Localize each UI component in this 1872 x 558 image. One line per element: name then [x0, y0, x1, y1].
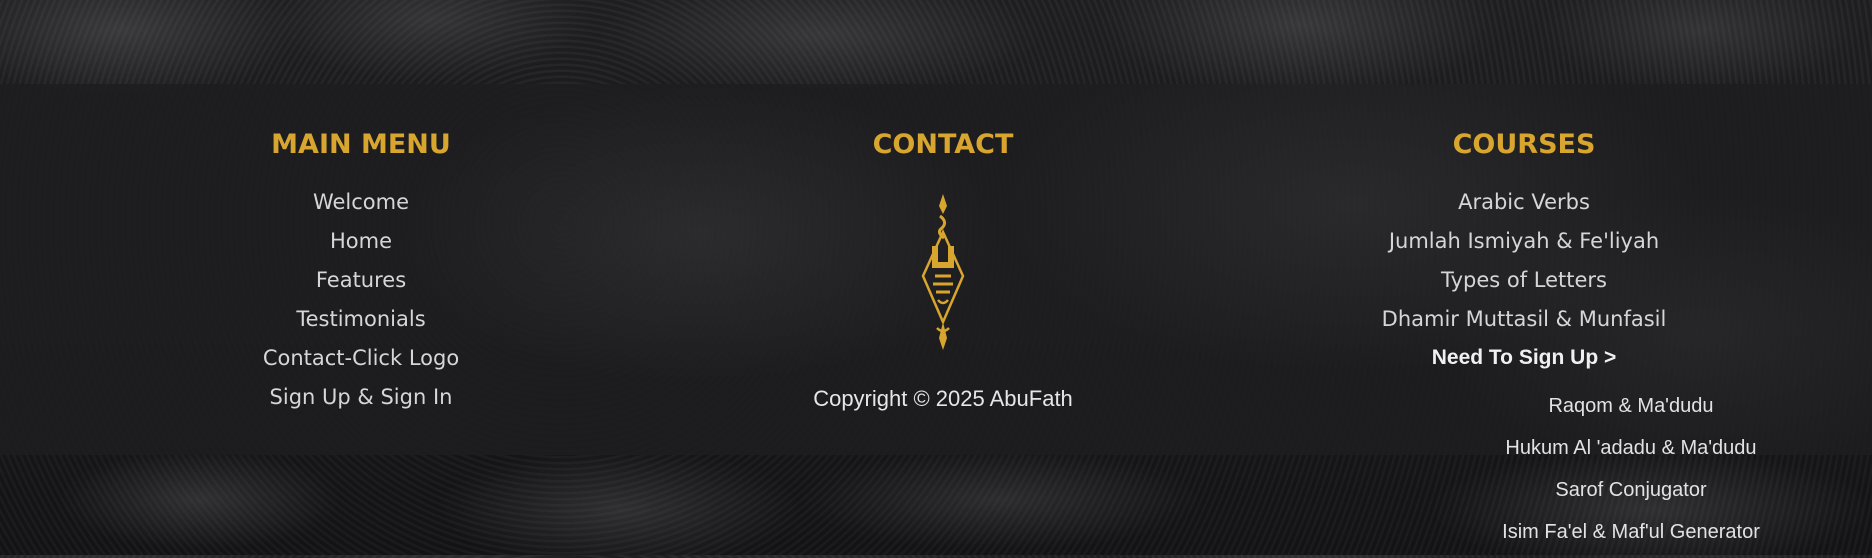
copyright-text: Copyright © 2025 AbuFath	[813, 386, 1073, 411]
course-item-hukum-aladadu[interactable]: Hukum Al 'adadu & Ma'dudu	[1502, 432, 1760, 474]
main-menu-item-features[interactable]: Features	[263, 261, 459, 300]
main-menu-item-testimonials[interactable]: Testimonials	[263, 300, 459, 339]
course-item-isim-fael-generator[interactable]: Isim Fa'el & Maf'ul Generator	[1502, 516, 1760, 558]
main-menu-title: MAIN MENU	[271, 129, 451, 160]
main-menu-list: Welcome Home Features Testimonials Conta…	[263, 183, 459, 417]
course-item-arabic-verbs[interactable]: Arabic Verbs	[1382, 183, 1667, 222]
signup-courses-list: Raqom & Ma'dudu Hukum Al 'adadu & Ma'dud…	[1502, 390, 1760, 558]
main-menu-item-welcome[interactable]: Welcome	[263, 183, 459, 222]
courses-title: COURSES	[1452, 129, 1596, 160]
main-menu-item-contact-click-logo[interactable]: Contact-Click Logo	[263, 339, 459, 378]
course-item-raqom-madudu[interactable]: Raqom & Ma'dudu	[1502, 390, 1760, 432]
courses-list: Arabic Verbs Jumlah Ismiyah & Fe'liyah T…	[1382, 183, 1667, 339]
course-item-sarof-conjugator[interactable]: Sarof Conjugator	[1502, 474, 1760, 516]
course-item-jumlah-ismiyah[interactable]: Jumlah Ismiyah & Fe'liyah	[1382, 222, 1667, 261]
main-menu-item-sign-up-sign-in[interactable]: Sign Up & Sign In	[263, 378, 459, 417]
abufath-logo-icon[interactable]	[918, 192, 968, 352]
course-item-types-of-letters[interactable]: Types of Letters	[1382, 261, 1667, 300]
main-menu-item-home[interactable]: Home	[263, 222, 459, 261]
need-to-sign-up-link[interactable]: Need To Sign Up >	[1432, 343, 1617, 373]
course-item-dhamir-muttasil[interactable]: Dhamir Muttasil & Munfasil	[1382, 300, 1667, 339]
contact-title: CONTACT	[872, 129, 1014, 160]
